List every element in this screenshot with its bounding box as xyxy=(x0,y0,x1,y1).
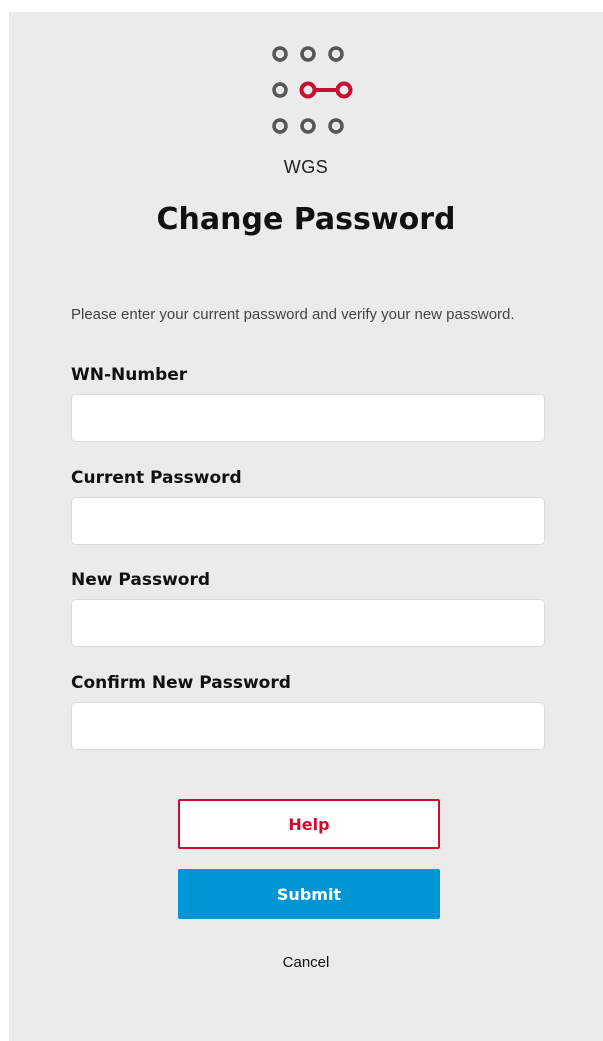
cancel-link[interactable]: Cancel xyxy=(9,954,603,971)
intro-text: Please enter your current password and v… xyxy=(71,306,515,323)
wn-number-label: WN-Number xyxy=(71,365,188,385)
change-password-panel: WGS Change Password Please enter your cu… xyxy=(9,12,603,1041)
submit-button[interactable]: Submit xyxy=(178,869,440,919)
current-password-input[interactable] xyxy=(71,497,545,545)
confirm-password-label: Confirm New Password xyxy=(71,673,291,693)
new-password-input[interactable] xyxy=(71,599,545,647)
wn-number-input[interactable] xyxy=(71,394,545,442)
help-button[interactable]: Help xyxy=(178,799,440,849)
new-password-label: New Password xyxy=(71,570,211,590)
current-password-label: Current Password xyxy=(71,468,242,488)
wgs-logo-icon xyxy=(272,46,353,134)
logo-text: WGS xyxy=(283,157,329,177)
confirm-password-input[interactable] xyxy=(71,702,545,750)
page-title: Change Password xyxy=(156,202,456,237)
